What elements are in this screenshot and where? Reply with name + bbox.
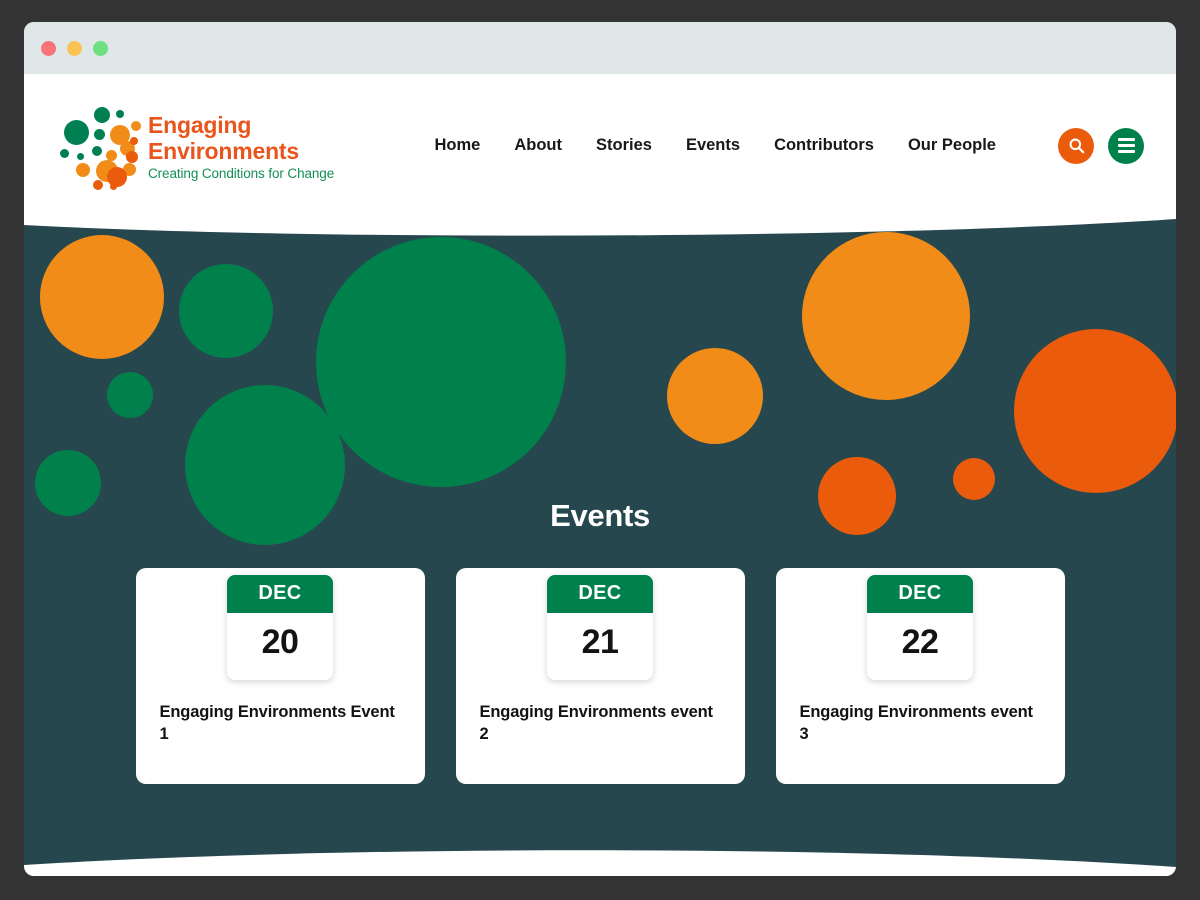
logo-dot xyxy=(130,136,138,145)
page-title: Events xyxy=(550,498,650,533)
logo-dot xyxy=(120,176,126,183)
events-hero-section: Events DEC 20 Engaging Environments Even… xyxy=(24,217,1176,876)
logo-dot xyxy=(77,152,84,160)
nav-item-events[interactable]: Events xyxy=(686,136,740,155)
nav-item-our-people[interactable]: Our People xyxy=(908,136,996,155)
logo-dot xyxy=(94,128,105,140)
event-card-list: DEC 20 Engaging Environments Event 1 DEC… xyxy=(24,568,1176,784)
search-button[interactable] xyxy=(1058,127,1094,164)
event-month: DEC xyxy=(227,575,333,613)
nav-item-stories[interactable]: Stories xyxy=(596,136,652,155)
logo-dot xyxy=(60,148,69,158)
browser-window: Engaging Environments Creating Condition… xyxy=(24,22,1176,876)
event-title: Engaging Environments Event 1 xyxy=(159,703,395,744)
event-day: 20 xyxy=(261,623,299,661)
logo-tagline: Creating Conditions for Change xyxy=(148,166,335,182)
calendar-date-badge: DEC 22 xyxy=(867,575,973,680)
logo-dot xyxy=(64,119,89,145)
maximize-window-button[interactable] xyxy=(93,40,108,56)
calendar-date-badge: DEC 21 xyxy=(547,575,653,680)
logo-dot xyxy=(131,120,141,131)
logo-dot xyxy=(94,106,110,123)
event-title: Engaging Environments event 3 xyxy=(799,703,1034,744)
window-titlebar xyxy=(24,22,1176,74)
logo-dot xyxy=(110,182,117,190)
event-title: Engaging Environments event 2 xyxy=(479,703,714,744)
minimize-window-button[interactable] xyxy=(67,40,82,56)
event-card[interactable]: DEC 22 Engaging Environments event 3 xyxy=(775,568,1065,784)
search-icon xyxy=(1069,138,1084,154)
event-month: DEC xyxy=(867,575,973,613)
header-bottom-curve xyxy=(24,217,1176,236)
logo-wordmark: Engaging Environments Creating Condition… xyxy=(148,110,334,180)
event-card[interactable]: DEC 20 Engaging Environments Event 1 xyxy=(135,568,425,784)
events-content: Events DEC 20 Engaging Environments Even… xyxy=(24,217,1176,784)
event-card[interactable]: DEC 21 Engaging Environments event 2 xyxy=(455,568,745,784)
calendar-date-badge: DEC 20 xyxy=(227,575,333,680)
traffic-light-controls xyxy=(41,40,108,56)
hero-bottom-curve xyxy=(24,850,1176,876)
event-day: 22 xyxy=(901,623,939,661)
logo-dot xyxy=(116,109,124,118)
page-viewport: Engaging Environments Creating Condition… xyxy=(24,74,1176,876)
nav-item-contributors[interactable]: Contributors xyxy=(774,136,874,155)
hamburger-menu-icon xyxy=(1117,138,1135,153)
logo-dot xyxy=(93,179,103,190)
event-day: 21 xyxy=(581,623,619,661)
logo-dot xyxy=(76,162,90,177)
logo-dot xyxy=(126,150,138,163)
main-navigation: Home About Stories Events Contributors O… xyxy=(435,127,1144,164)
close-window-button[interactable] xyxy=(41,40,56,56)
site-header: Engaging Environments Creating Condition… xyxy=(24,74,1176,217)
menu-button[interactable] xyxy=(1108,127,1144,164)
nav-item-home[interactable]: Home xyxy=(435,136,481,155)
logo-dot xyxy=(92,145,102,156)
site-logo[interactable]: Engaging Environments Creating Condition… xyxy=(60,103,334,190)
logo-dot xyxy=(106,149,117,161)
logo-line-1: Engaging xyxy=(148,112,252,139)
logo-line-2: Environments xyxy=(148,138,299,165)
logo-dot-cluster-icon xyxy=(60,103,141,190)
event-month: DEC xyxy=(547,575,653,613)
nav-item-about[interactable]: About xyxy=(514,136,562,155)
header-action-buttons xyxy=(1058,127,1144,164)
